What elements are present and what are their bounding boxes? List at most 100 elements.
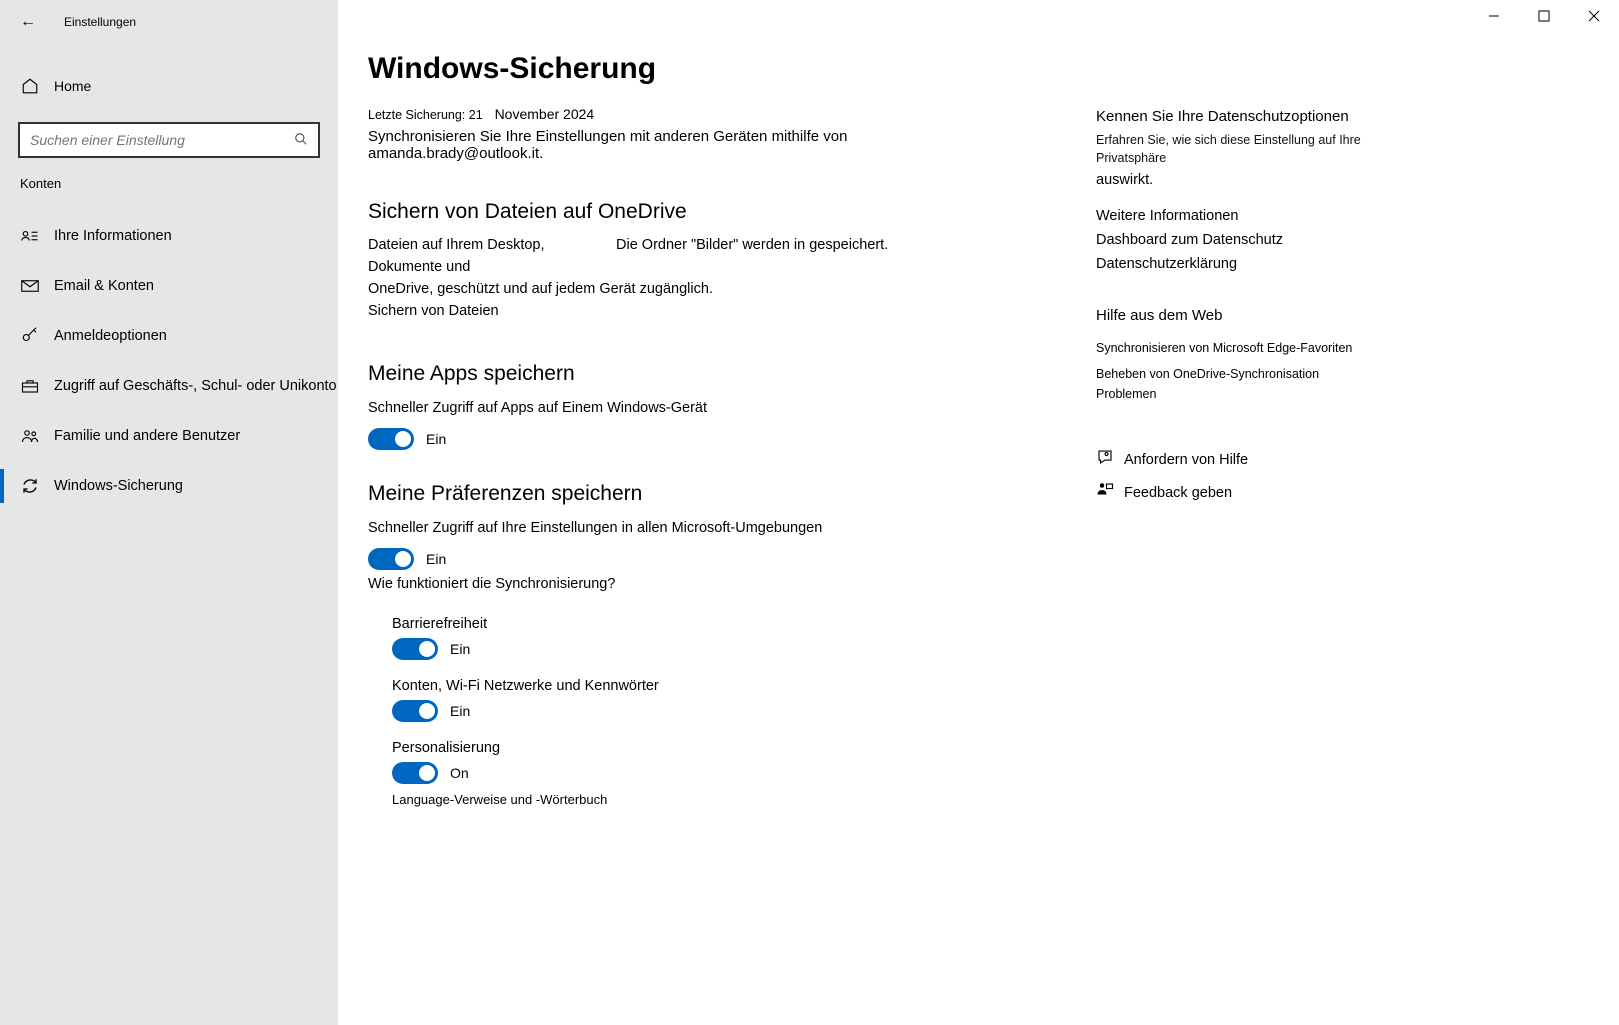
sidebar-item-backup[interactable]: Windows-Sicherung (0, 461, 338, 511)
edge-sync-link[interactable]: Synchronisieren von Microsoft Edge-Favor… (1096, 338, 1376, 358)
apps-desc: Schneller Zugriff auf Apps auf Einem Win… (368, 400, 1018, 416)
prefs-toggle-row: Ein (368, 548, 1018, 570)
info-column: Kennen Sie Ihre Datenschutzoptionen Erfa… (1096, 0, 1396, 1025)
get-help-label: Anfordern von Hilfe (1124, 452, 1248, 468)
sidebar-item-info[interactable]: Ihre Informationen (0, 211, 338, 261)
apps-toggle-state: Ein (426, 431, 446, 447)
maximize-button[interactable] (1519, 0, 1569, 32)
backup-files-link[interactable]: Sichern von Dateien (368, 300, 1018, 322)
privacy-line1: Erfahren Sie, wie sich diese Einstellung… (1096, 131, 1376, 167)
category-label: Konten (0, 158, 338, 201)
pref-toggle-row: On (392, 762, 1018, 784)
pref-toggle-state: Ein (450, 703, 470, 719)
more-info-link[interactable]: Weitere Informationen (1096, 205, 1376, 227)
sidebar-item-label: Familie und andere Benutzer (54, 428, 240, 444)
onedrive-desc-left: Dateien auf Ihrem Desktop, Dokumente und (368, 234, 618, 278)
pref-toggle-row: Ein (392, 638, 1018, 660)
window-controls (1469, 0, 1619, 32)
onedrive-heading: Sichern von Dateien auf OneDrive (368, 200, 1018, 224)
nav: Home Konten Ihre Informationen (0, 44, 338, 511)
sidebar-item-work[interactable]: Zugriff auf Geschäfts-, Schul- oder Unik… (0, 361, 338, 411)
apps-toggle-row: Ein (368, 428, 1018, 450)
personalization-toggle[interactable] (392, 762, 438, 784)
search-box[interactable] (18, 122, 320, 158)
sidebar-item-family[interactable]: Familie und andere Benutzer (0, 411, 338, 461)
sidebar-item-email[interactable]: Email & Konten (0, 261, 338, 311)
home-icon (20, 77, 40, 95)
pref-toggle-state: On (450, 765, 469, 781)
onedrive-desc-right: Die Ordner "Bilder" werden in gespeicher… (616, 234, 888, 278)
page-title: Windows-Sicherung (368, 52, 1018, 86)
onedrive-problems-link[interactable]: Beheben von OneDrive-Synchronisation Pro… (1096, 364, 1376, 404)
sidebar-item-label: Anmeldeoptionen (54, 328, 167, 344)
sidebar-item-label: Ihre Informationen (54, 228, 172, 244)
pref-label: Personalisierung (392, 740, 1018, 756)
person-card-icon (20, 229, 40, 243)
nav-home-label: Home (54, 78, 91, 94)
window-title: Einstellungen (64, 15, 136, 29)
back-button[interactable]: ← (14, 14, 42, 30)
mail-icon (20, 279, 40, 293)
toggle-knob (419, 703, 435, 719)
toggle-knob (395, 551, 411, 567)
pref-item-language: Language-Verweise und -Wörterbuch (392, 792, 1018, 807)
main: Windows-Sicherung Letzte Sicherung: 21 N… (338, 0, 1619, 1025)
nav-home[interactable]: Home (0, 62, 338, 110)
pref-label: Barrierefreiheit (392, 616, 1018, 632)
nav-list: Ihre Informationen Email & Konten Anmeld… (0, 201, 338, 511)
apps-heading: Meine Apps speichern (368, 362, 1018, 386)
pref-label: Konten, Wi-Fi Netzwerke und Kennwörter (392, 678, 1018, 694)
web-help-block: Hilfe aus dem Web Synchronisieren von Mi… (1096, 307, 1376, 404)
toggle-knob (419, 765, 435, 781)
last-backup-prefix: Letzte Sicherung: 21 (368, 108, 483, 122)
sync-description: Synchronisieren Sie Ihre Einstellungen m… (368, 128, 1018, 162)
last-backup: Letzte Sicherung: 21 November 2024 (368, 106, 1018, 122)
search-input[interactable] (30, 132, 294, 148)
privacy-block: Kennen Sie Ihre Datenschutzoptionen Erfa… (1096, 108, 1376, 275)
dashboard-link[interactable]: Dashboard zum Datenschutz (1096, 229, 1376, 251)
titlebar: ← Einstellungen (0, 0, 338, 44)
accounts-toggle[interactable] (392, 700, 438, 722)
get-help-row[interactable]: Anfordern von Hilfe (1096, 448, 1376, 471)
pref-toggle-row: Ein (392, 700, 1018, 722)
minimize-button[interactable] (1469, 0, 1519, 32)
sidebar-item-label: Zugriff auf Geschäfts-, Schul- oder Unik… (54, 378, 337, 394)
prefs-heading: Meine Präferenzen speichern (368, 482, 1018, 506)
prefs-desc: Schneller Zugriff auf Ihre Einstellungen… (368, 520, 1018, 536)
close-button[interactable] (1569, 0, 1619, 32)
onedrive-desc-row: Dateien auf Ihrem Desktop, Dokumente und… (368, 234, 1018, 278)
pref-item-accessibility: Barrierefreiheit Ein (392, 616, 1018, 660)
privacy-heading: Kennen Sie Ihre Datenschutzoptionen (1096, 108, 1376, 125)
pref-item-accounts: Konten, Wi-Fi Netzwerke und Kennwörter E… (392, 678, 1018, 722)
onedrive-desc-2: OneDrive, geschützt und auf jedem Gerät … (368, 278, 1018, 300)
content: Windows-Sicherung Letzte Sicherung: 21 N… (338, 0, 1058, 1025)
sync-icon (20, 477, 40, 495)
sync-how-link[interactable]: Wie funktioniert die Synchronisierung? (368, 576, 1018, 592)
settings-app: ← Einstellungen Home Konten (0, 0, 1619, 1025)
search-icon (294, 132, 308, 149)
privacy-decl-link[interactable]: Datenschutzerklärung (1096, 253, 1376, 275)
sidebar: ← Einstellungen Home Konten (0, 0, 338, 1025)
actions-block: Anfordern von Hilfe Feedback geben (1096, 448, 1376, 504)
sidebar-item-signin[interactable]: Anmeldeoptionen (0, 311, 338, 361)
briefcase-icon (20, 378, 40, 394)
prefs-toggle-state: Ein (426, 551, 446, 567)
prefs-toggle[interactable] (368, 548, 414, 570)
people-icon (20, 428, 40, 444)
help-icon (1096, 448, 1124, 471)
last-backup-date: November 2024 (495, 106, 595, 122)
web-help-heading: Hilfe aus dem Web (1096, 307, 1376, 324)
key-icon (20, 327, 40, 345)
arrow-left-icon: ← (20, 14, 36, 30)
sidebar-item-label: Email & Konten (54, 278, 154, 294)
sidebar-item-label: Windows-Sicherung (54, 478, 183, 494)
feedback-icon (1096, 481, 1124, 504)
pref-item-personalization: Personalisierung On (392, 740, 1018, 784)
feedback-label: Feedback geben (1124, 485, 1232, 501)
accessibility-toggle[interactable] (392, 638, 438, 660)
apps-toggle[interactable] (368, 428, 414, 450)
privacy-line2: auswirkt. (1096, 169, 1376, 191)
toggle-knob (419, 641, 435, 657)
feedback-row[interactable]: Feedback geben (1096, 481, 1376, 504)
toggle-knob (395, 431, 411, 447)
